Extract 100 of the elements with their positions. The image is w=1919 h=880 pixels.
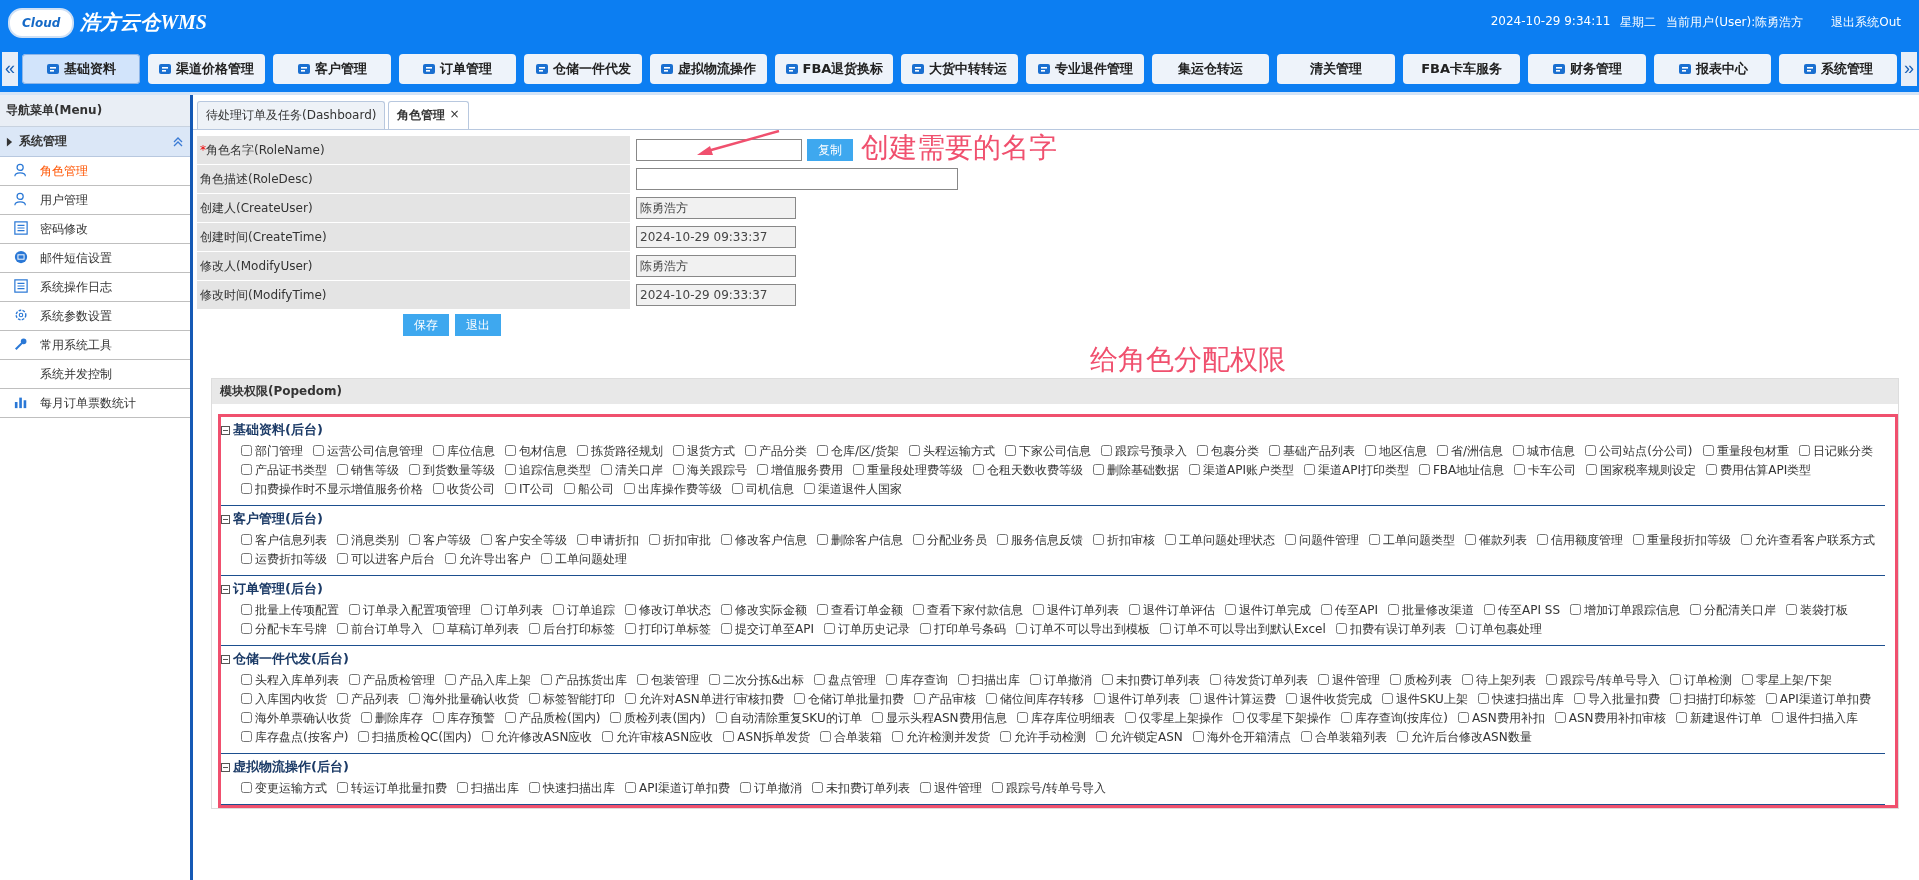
collapse-icon[interactable]	[221, 425, 230, 435]
logout-link[interactable]: 退出系统Out	[1831, 14, 1901, 31]
checkbox[interactable]	[1197, 445, 1209, 456]
checkbox[interactable]	[757, 464, 768, 475]
checkbox[interactable]	[958, 674, 970, 685]
checkbox[interactable]	[563, 483, 575, 494]
checkbox[interactable]	[409, 534, 420, 545]
checkbox[interactable]	[625, 604, 636, 615]
checkbox[interactable]	[577, 534, 588, 545]
checkbox[interactable]	[337, 782, 348, 793]
checkbox[interactable]	[1269, 445, 1281, 456]
checkbox[interactable]	[1484, 604, 1495, 615]
checkbox[interactable]	[602, 731, 614, 742]
checkbox[interactable]	[740, 782, 751, 793]
checkbox[interactable]	[1033, 604, 1044, 615]
checkbox[interactable]	[985, 693, 997, 704]
checkbox[interactable]	[241, 604, 252, 615]
nav-tab[interactable]: 基础资料	[22, 53, 140, 84]
checkbox[interactable]	[625, 693, 636, 704]
checkbox[interactable]	[361, 712, 372, 723]
nav-tab[interactable]: 订单管理	[398, 53, 517, 84]
checkbox[interactable]	[529, 782, 540, 793]
checkbox[interactable]	[349, 604, 360, 615]
checkbox[interactable]	[1477, 693, 1489, 704]
nav-tab[interactable]: 集运仓转运	[1151, 53, 1270, 84]
checkbox[interactable]	[529, 693, 540, 704]
collapse-icon[interactable]	[221, 654, 230, 664]
checkbox[interactable]	[481, 534, 492, 545]
scroll-right-button[interactable]: »	[1901, 51, 1917, 86]
checkbox[interactable]	[445, 674, 456, 685]
input-field[interactable]	[636, 168, 958, 190]
checkbox[interactable]	[973, 464, 984, 475]
checkbox[interactable]	[241, 553, 252, 564]
checkbox[interactable]	[625, 782, 636, 793]
checkbox[interactable]	[349, 674, 360, 685]
checkbox[interactable]	[745, 445, 756, 456]
collapse-icon[interactable]	[172, 135, 184, 148]
checkbox[interactable]	[1096, 731, 1107, 742]
readonly-field[interactable]: 陈勇浩方	[636, 255, 796, 277]
checkbox[interactable]	[913, 604, 924, 615]
nav-tab[interactable]: 仓储一件代发	[524, 53, 642, 84]
checkbox[interactable]	[909, 445, 921, 456]
checkbox[interactable]	[553, 604, 564, 615]
checkbox[interactable]	[814, 674, 826, 685]
checkbox[interactable]	[812, 782, 823, 793]
checkbox[interactable]	[1192, 731, 1204, 742]
collapse-icon[interactable]	[221, 514, 230, 524]
checkbox[interactable]	[505, 445, 516, 456]
checkbox[interactable]	[1586, 464, 1598, 475]
checkbox[interactable]	[709, 674, 720, 685]
checkbox[interactable]	[1786, 604, 1798, 615]
collapse-icon[interactable]	[221, 584, 230, 594]
checkbox[interactable]	[1210, 674, 1222, 685]
checkbox[interactable]	[1225, 604, 1236, 615]
checkbox[interactable]	[241, 623, 252, 634]
checkbox[interactable]	[892, 731, 903, 742]
checkbox[interactable]	[623, 483, 635, 494]
checkbox[interactable]	[445, 553, 456, 564]
checkbox[interactable]	[241, 483, 252, 494]
checkbox[interactable]	[1396, 731, 1408, 742]
nav-tab[interactable]: 大货中转转运	[900, 53, 1019, 84]
checkbox[interactable]	[817, 604, 828, 615]
checkbox[interactable]	[1165, 534, 1176, 545]
sidebar-item[interactable]: 系统操作日志	[0, 273, 190, 302]
checkbox[interactable]	[337, 553, 348, 564]
checkbox[interactable]	[721, 623, 732, 634]
checkbox[interactable]	[625, 623, 636, 634]
checkbox[interactable]	[721, 534, 732, 545]
checkbox[interactable]	[1513, 445, 1525, 456]
checkbox[interactable]	[337, 693, 348, 704]
checkbox[interactable]	[1005, 445, 1017, 456]
readonly-field[interactable]: 陈勇浩方	[636, 197, 796, 219]
checkbox[interactable]	[241, 712, 252, 723]
checkbox[interactable]	[721, 604, 732, 615]
checkbox[interactable]	[1030, 674, 1042, 685]
checkbox[interactable]	[715, 712, 727, 723]
checkbox[interactable]	[481, 731, 493, 742]
checkbox[interactable]	[913, 534, 924, 545]
checkbox[interactable]	[886, 674, 898, 685]
nav-tab[interactable]: 报表中心	[1653, 53, 1772, 84]
checkbox[interactable]	[1016, 623, 1027, 634]
checkbox[interactable]	[1101, 445, 1113, 456]
checkbox[interactable]	[913, 693, 925, 704]
nav-tab[interactable]: 渠道价格管理	[147, 53, 266, 84]
checkbox[interactable]	[241, 445, 252, 456]
checkbox[interactable]	[1455, 623, 1467, 634]
checkbox[interactable]	[1742, 674, 1754, 685]
page-tab[interactable]: 角色管理 ×	[388, 101, 469, 129]
checkbox[interactable]	[673, 464, 684, 475]
checkbox[interactable]	[1285, 693, 1297, 704]
checkbox[interactable]	[610, 712, 622, 723]
checkbox[interactable]	[433, 445, 444, 456]
close-icon[interactable]: ×	[449, 107, 460, 124]
checkbox[interactable]	[920, 623, 931, 634]
checkbox[interactable]	[817, 445, 828, 456]
checkbox[interactable]	[820, 731, 831, 742]
checkbox[interactable]	[1554, 712, 1566, 723]
checkbox[interactable]	[1465, 534, 1476, 545]
checkbox[interactable]	[337, 534, 348, 545]
checkbox[interactable]	[505, 483, 516, 494]
